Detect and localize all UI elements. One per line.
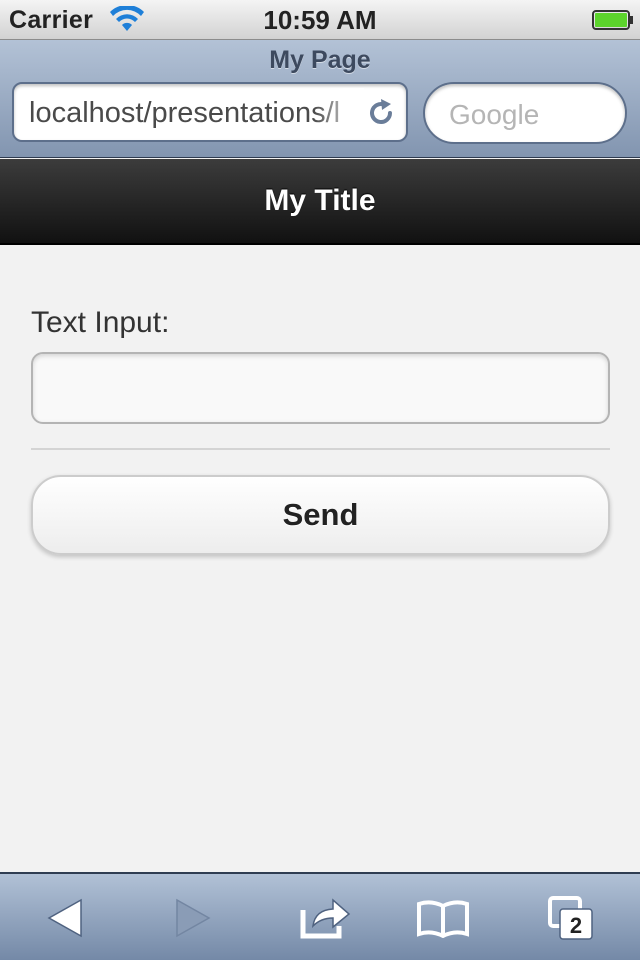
back-button[interactable] <box>30 888 100 948</box>
bookmarks-icon <box>417 900 469 938</box>
send-button[interactable]: Send <box>31 475 610 555</box>
tabs-icon: 2 <box>548 896 593 940</box>
search-field[interactable]: Google <box>423 82 627 144</box>
url-text: localhost/presentations/l <box>29 97 341 129</box>
search-placeholder: Google <box>449 99 540 130</box>
url-field[interactable]: localhost/presentations/l <box>12 82 408 142</box>
forward-arrow-icon <box>176 898 211 938</box>
share-icon <box>300 898 351 939</box>
reload-icon[interactable] <box>366 98 396 128</box>
battery-icon <box>592 10 633 30</box>
browser-page-title: My Page <box>269 46 371 74</box>
bookmarks-button[interactable] <box>408 888 478 948</box>
status-bar: Carrier 10:59 AM <box>0 0 640 40</box>
forward-button[interactable] <box>158 888 228 948</box>
tabs-button[interactable]: 2 <box>536 888 606 948</box>
back-arrow-icon <box>47 898 82 938</box>
page-title: My Title <box>264 184 376 217</box>
text-input-label: Text Input: <box>31 306 170 339</box>
url-fade <box>314 88 364 136</box>
bottom-toolbar: 2 <box>0 872 640 960</box>
share-button[interactable] <box>290 888 360 948</box>
browser-toolbar: My Page localhost/presentations/l Google <box>0 40 640 158</box>
text-input[interactable] <box>31 352 610 424</box>
divider <box>31 448 610 450</box>
tabs-count: 2 <box>570 913 582 938</box>
page-header: My Title <box>0 159 640 245</box>
status-time: 10:59 AM <box>263 5 377 35</box>
